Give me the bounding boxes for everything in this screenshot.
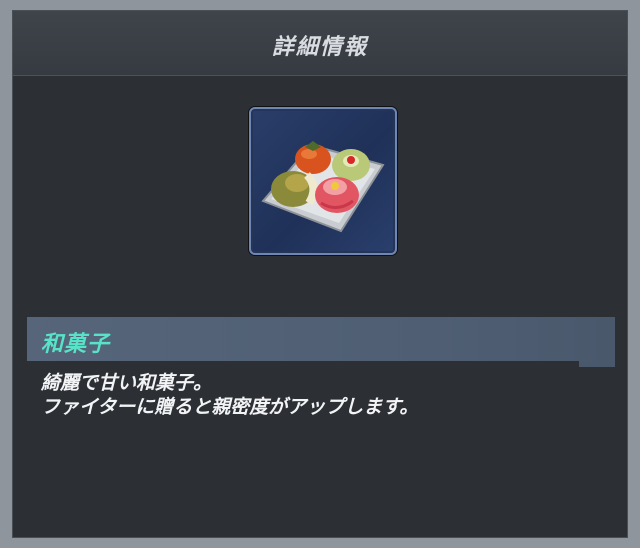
- item-name: 和菓子: [41, 332, 111, 357]
- panel-header: 詳細情報: [13, 11, 627, 76]
- window-frame: 詳細情報 和菓子 綺麗で甘い和菓子。 ファイターに贈ると親密度がアップします。: [0, 0, 640, 548]
- wagashi-plate-icon: [261, 141, 385, 233]
- name-bar-notch: [579, 361, 615, 367]
- item-name-bar: 和菓子: [27, 317, 615, 367]
- panel-title: 詳細情報: [271, 35, 368, 60]
- description-line: 綺麗で甘い和菓子。: [41, 372, 213, 394]
- description-line: ファイターに贈ると親密度がアップします。: [41, 396, 419, 418]
- item-icon-frame: [249, 107, 397, 255]
- item-description: 綺麗で甘い和菓子。 ファイターに贈ると親密度がアップします。: [41, 371, 601, 419]
- item-detail-panel: 詳細情報 和菓子 綺麗で甘い和菓子。 ファイターに贈ると親密度がアップします。: [12, 10, 628, 538]
